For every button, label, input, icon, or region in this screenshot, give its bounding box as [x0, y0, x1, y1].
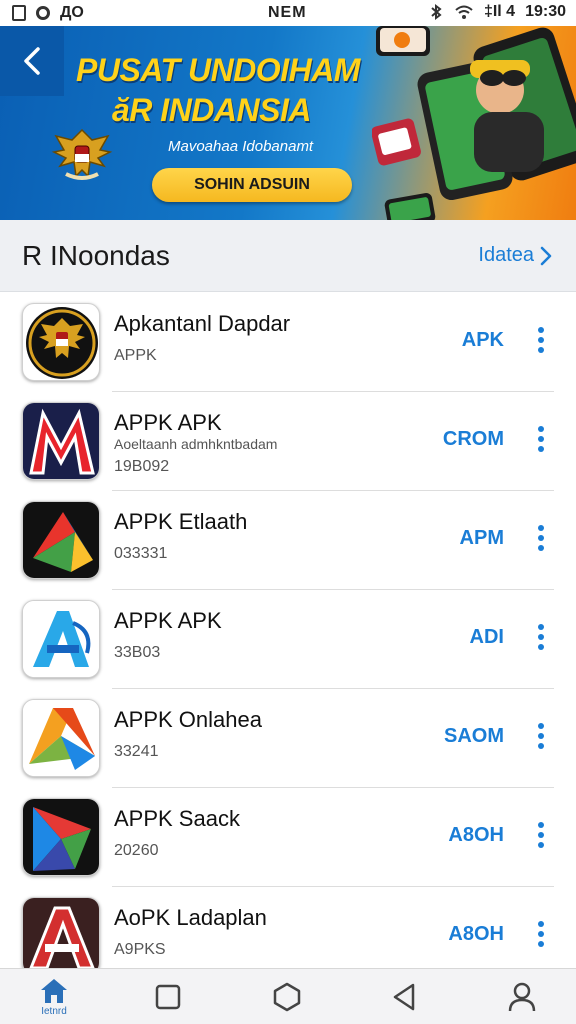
play-triangle-logo-icon [22, 699, 100, 777]
back-button[interactable] [0, 26, 64, 96]
more-vert-icon[interactable] [536, 921, 546, 947]
more-vert-icon[interactable] [536, 327, 546, 353]
list-item[interactable]: APPK Onlahea 33241 SAOM [0, 689, 576, 788]
more-vert-icon[interactable] [536, 723, 546, 749]
banner-cta-button[interactable]: SOHIN ADSUIN [152, 168, 352, 202]
banner-subtitle: Mavoahaa Idobanamt [168, 138, 314, 155]
home-icon [41, 979, 67, 1003]
status-right: ‡Il 4 19:30 [428, 3, 566, 21]
banner-title-line1: PUSAT UNDOIHAM [76, 52, 360, 88]
app-list: Apkantanl Dapdar APPK APK APPK APK Aoelt… [0, 293, 576, 986]
app-meta: APPK [114, 347, 157, 364]
app-name: APPK Onlahea [114, 707, 262, 732]
more-vert-icon[interactable] [536, 426, 546, 452]
chevron-left-icon [24, 47, 40, 75]
list-item[interactable]: APPK Etlaath 033331 APM [0, 491, 576, 590]
nav-profile[interactable] [492, 969, 552, 1024]
bluetooth-icon [431, 4, 442, 20]
section-header: R INoondas Idatea [0, 220, 576, 292]
red-a-logo-icon [22, 897, 100, 975]
bottom-nav-bar: Ietnrd [0, 968, 576, 1024]
status-bar: ДО NEM ‡Il 4 19:30 [0, 0, 576, 26]
more-vert-icon[interactable] [536, 822, 546, 848]
chevron-right-icon [540, 246, 552, 265]
status-left: ДО [12, 4, 84, 22]
list-item[interactable]: APPK APK Aoeltaanh admhkntbadam 19B092 C… [0, 392, 576, 491]
wifi-icon [455, 5, 473, 19]
app-name: AoPK Ladaplan [114, 905, 267, 930]
red-m-logo-icon [22, 402, 100, 480]
app-name: APPK APK [114, 410, 222, 435]
promo-banner[interactable]: PUSAT UNDOIHAM ăR INDANSIA Mavoahaa Idob… [0, 26, 576, 220]
status-left-text: ДО [60, 4, 84, 21]
multicolor-play-logo-icon [22, 798, 100, 876]
square-icon [155, 984, 181, 1010]
profile-icon [508, 982, 536, 1012]
app-action-button[interactable]: CROM [443, 428, 504, 451]
app-meta: 033331 [114, 545, 168, 562]
app-action-button[interactable]: APK [462, 329, 504, 352]
app-action-button[interactable]: A8OH [448, 824, 504, 847]
app-action-button[interactable]: SAOM [444, 725, 504, 748]
app-action-button[interactable]: A8OH [448, 923, 504, 946]
carrier-text: NEM [268, 4, 307, 21]
nav-recents[interactable] [138, 969, 198, 1024]
app-meta: 33B03 [114, 644, 161, 661]
garuda-emblem-icon [22, 303, 100, 381]
hexagon-icon [273, 982, 301, 1012]
nav-back[interactable] [374, 969, 434, 1024]
app-meta: 19B092 [114, 458, 170, 475]
garuda-emblem-icon [51, 128, 113, 180]
more-vert-icon[interactable] [536, 525, 546, 551]
app-name: APPK Etlaath [114, 509, 248, 534]
banner-title-line2: ăR INDANSIA [112, 92, 311, 128]
section-title: R INoondas [22, 240, 170, 271]
section-see-all-link[interactable]: Idatea [478, 244, 552, 267]
status-time: 19:30 [525, 3, 566, 20]
app-meta: 20260 [114, 842, 159, 859]
list-item[interactable]: APPK Saack 20260 A8OH [0, 788, 576, 887]
app-action-button[interactable]: ADI [470, 626, 504, 649]
app-meta: 33241 [114, 743, 159, 760]
app-name: APPK APK [114, 608, 222, 633]
section-link-label: Idatea [478, 244, 534, 266]
app-description: Aoeltaanh admhkntbadam [114, 436, 278, 452]
nav-home-label: Ietnrd [41, 1006, 67, 1017]
sync-icon [36, 6, 50, 20]
nav-home-button[interactable] [257, 969, 317, 1024]
app-name: Apkantanl Dapdar [114, 311, 291, 336]
list-item[interactable]: APPK APK 33B03 ADI [0, 590, 576, 689]
app-name: APPK Saack [114, 806, 240, 831]
back-triangle-icon [393, 983, 415, 1011]
list-item[interactable]: Apkantanl Dapdar APPK APK [0, 293, 576, 392]
sim-icon [12, 5, 26, 21]
phones-illustration [372, 26, 576, 220]
colorful-a-logo-icon [22, 501, 100, 579]
signal-text: ‡Il 4 [483, 3, 516, 20]
app-meta: A9PKS [114, 941, 166, 958]
nav-home[interactable]: Ietnrd [24, 969, 84, 1024]
blue-a-logo-icon [22, 600, 100, 678]
more-vert-icon[interactable] [536, 624, 546, 650]
app-action-button[interactable]: APM [460, 527, 504, 550]
